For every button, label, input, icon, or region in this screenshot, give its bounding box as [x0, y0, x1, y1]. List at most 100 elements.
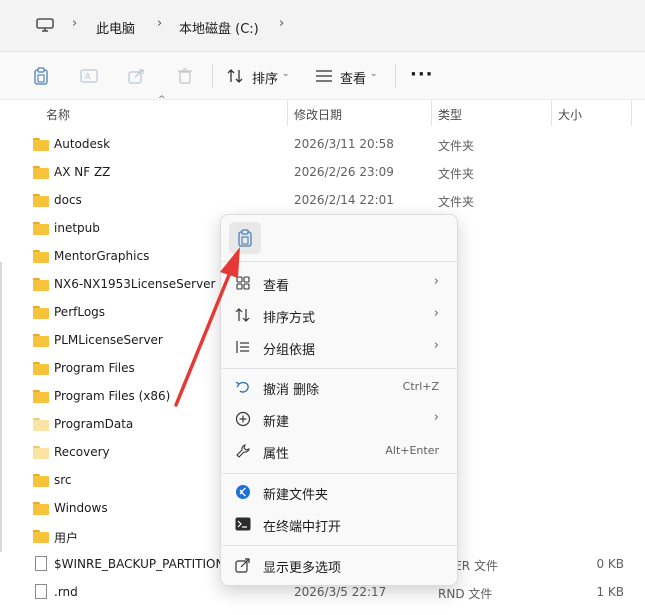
column-header-type[interactable]: 类型: [438, 106, 462, 123]
paste-icon[interactable]: [31, 66, 51, 86]
view-icon[interactable]: [314, 66, 334, 86]
file-icon: [35, 584, 47, 599]
chevron-right-icon[interactable]: ›: [279, 16, 284, 31]
menu-item-label: 新建文件夹: [263, 488, 329, 503]
column-divider[interactable]: [631, 100, 632, 126]
toolbar-divider: [395, 64, 396, 88]
cell-name: inetpub: [54, 221, 100, 235]
column-header-size[interactable]: 大小: [558, 106, 582, 123]
cell-name: Program Files (x86): [54, 389, 171, 403]
cell-type: 文件夹: [438, 139, 475, 153]
cell-name: src: [54, 473, 72, 487]
menu-item-new[interactable]: 新建 ›: [225, 403, 455, 435]
cell-type: 文件夹: [438, 167, 475, 181]
chevron-right-icon: ›: [433, 410, 439, 425]
breadcrumb-local-disk[interactable]: 本地磁盘 (C:): [179, 18, 259, 37]
view-button[interactable]: 查看: [340, 68, 366, 87]
chevron-right-icon: ›: [433, 306, 439, 321]
wrench-icon: [235, 443, 251, 459]
column-header-name[interactable]: 名称: [46, 106, 70, 123]
sort-button[interactable]: 排序: [252, 68, 278, 87]
sort-icon: [235, 307, 251, 323]
shortcut-text: Alt+Enter: [385, 444, 439, 457]
terminal-icon: [235, 516, 251, 532]
folder-light-icon: [33, 418, 49, 431]
file-icon: [35, 556, 47, 571]
grid-icon: [235, 275, 251, 291]
menu-item-label: 排序方式: [263, 311, 316, 326]
menu-item-properties[interactable]: 属性 Alt+Enter: [225, 435, 455, 467]
folder-icon: [33, 278, 49, 291]
computer-icon[interactable]: [36, 18, 54, 32]
context-menu: 查看 › 排序方式 › 分组依据 › 撤消 删除 Ctrl+Z 新建 › 属性 …: [220, 214, 458, 586]
chevron-right-icon: ›: [72, 16, 78, 31]
cell-name: 用户: [54, 531, 79, 545]
menu-item-new-folder[interactable]: 新建文件夹: [225, 476, 455, 508]
cell-type: RND 文件: [438, 587, 493, 601]
cell-name: PerfLogs: [54, 305, 106, 319]
column-header-date[interactable]: 修改日期: [294, 106, 342, 123]
folder-icon: [33, 194, 49, 207]
menu-item-group-by[interactable]: 分组依据 ›: [225, 331, 455, 363]
table-row[interactable]: docs 2026/2/14 22:01 文件夹: [0, 186, 645, 214]
shortcut-text: Ctrl+Z: [402, 380, 439, 393]
folder-icon: [33, 334, 49, 347]
table-row[interactable]: Autodesk 2026/3/11 20:58 文件夹: [0, 130, 645, 158]
share-icon[interactable]: [127, 66, 147, 86]
vscode-icon: [235, 484, 251, 500]
menu-item-label: 撤消 删除: [263, 383, 320, 398]
cell-name: PLMLicenseServer: [54, 333, 163, 347]
folder-light-icon: [33, 446, 49, 459]
folder-icon: [33, 502, 49, 515]
column-divider[interactable]: [551, 100, 552, 126]
menu-item-view[interactable]: 查看 ›: [225, 267, 455, 299]
svg-text:A: A: [85, 72, 91, 81]
menu-divider: [221, 473, 457, 474]
cell-name: Program Files: [54, 361, 135, 375]
rename-icon[interactable]: A: [79, 66, 99, 86]
menu-divider: [221, 261, 457, 262]
column-header-row: 名称 修改日期 类型 大小: [0, 100, 645, 126]
menu-divider: [221, 545, 457, 546]
delete-icon[interactable]: [175, 66, 195, 86]
chevron-down-icon: ⌄: [370, 69, 378, 79]
folder-icon: [33, 362, 49, 375]
cell-name: docs: [54, 193, 82, 207]
column-divider[interactable]: [431, 100, 432, 126]
menu-item-label: 属性: [263, 447, 290, 462]
paste-button[interactable]: [229, 222, 261, 254]
menu-item-open-in-terminal[interactable]: 在终端中打开: [225, 508, 455, 540]
cell-name: MentorGraphics: [54, 249, 150, 263]
cell-type: 文件夹: [438, 195, 475, 209]
folder-icon: [33, 530, 49, 543]
cell-size: 1 KB: [596, 585, 624, 599]
more-options-button[interactable]: ···: [410, 64, 434, 85]
sort-icon[interactable]: [226, 66, 246, 86]
folder-icon: [33, 138, 49, 151]
chevron-right-icon: ›: [157, 16, 163, 31]
folder-icon: [33, 222, 49, 235]
menu-item-label: 查看: [263, 279, 290, 294]
breadcrumb-this-pc[interactable]: 此电脑: [96, 18, 135, 37]
chevron-right-icon: ›: [433, 338, 439, 353]
sort-ascending-icon: ^: [158, 95, 166, 105]
folder-icon: [33, 474, 49, 487]
table-row[interactable]: AX NF ZZ 2026/2/26 23:09 文件夹: [0, 158, 645, 186]
share-icon: [235, 557, 251, 573]
cell-size: 0 KB: [596, 557, 624, 571]
column-divider[interactable]: [287, 100, 288, 126]
address-bar: › 此电脑 › 本地磁盘 (C:) ›: [0, 0, 645, 52]
list-icon: [235, 339, 251, 355]
menu-item-sort-by[interactable]: 排序方式 ›: [225, 299, 455, 331]
menu-item-label: 新建: [263, 415, 290, 430]
toolbar-divider: [212, 64, 213, 88]
menu-item-undo-delete[interactable]: 撤消 删除 Ctrl+Z: [225, 371, 455, 403]
cell-name: NX6-NX1953LicenseServer: [54, 277, 216, 291]
cell-name: Autodesk: [54, 137, 111, 151]
menu-item-show-more-options[interactable]: 显示更多选项: [225, 549, 455, 581]
menu-item-label: 在终端中打开: [263, 520, 342, 535]
clipboard-icon: [238, 229, 252, 247]
cell-date: 2026/3/11 20:58: [294, 137, 394, 151]
menu-divider: [221, 368, 457, 369]
folder-icon: [33, 250, 49, 263]
